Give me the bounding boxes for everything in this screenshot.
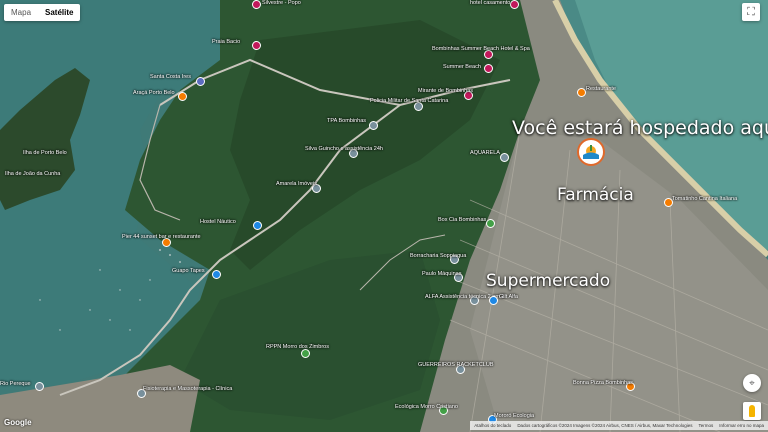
satellite-map[interactable] — [0, 0, 768, 432]
poi-pin-gilt-alfa[interactable] — [489, 296, 498, 305]
map-type-map-button[interactable]: Mapa — [4, 4, 38, 21]
poi-pin-box-cia[interactable] — [486, 219, 495, 228]
poi-pin-aquarela[interactable] — [500, 153, 509, 162]
poi-pin-hotel-casamento[interactable] — [510, 0, 519, 9]
poi-pin-praia-bacio[interactable] — [252, 41, 261, 50]
poi-label-ilha-porto-belo[interactable]: Ilha de Porto Belo — [23, 150, 67, 156]
poi-label-aquarela[interactable]: AQUARELA — [470, 150, 500, 156]
supermarket-overlay-text: Supermercado — [486, 271, 611, 291]
poi-label-borracharia[interactable]: Borracharia Soppiaqua — [410, 253, 466, 259]
my-location-button[interactable]: ⌖ — [743, 374, 761, 392]
attribution-bar: Atalhos do teclado Dados cartográficos ©… — [470, 421, 768, 430]
poi-label-praia-bacio[interactable]: Praia Bacio — [212, 39, 240, 45]
poi-pin-silvestre[interactable] — [252, 0, 261, 9]
poi-label-bombinhas-summer-beach[interactable]: Bombinhas Summer Beach Hotel & Spa — [432, 46, 530, 52]
terms-link[interactable]: Termos — [698, 423, 713, 428]
poi-label-hostel-nautico[interactable]: Hostel Náutico — [200, 219, 236, 225]
poi-label-amarela-imoveis[interactable]: Amarela Imóveis — [276, 181, 317, 187]
poi-label-silvestre[interactable]: Silvestre - Popo — [262, 0, 301, 6]
poi-label-silva-guincho[interactable]: Silva Guincho e assistência 24h — [305, 146, 383, 152]
keyboard-shortcuts-link[interactable]: Atalhos do teclado — [474, 423, 511, 428]
poi-label-santa-costa[interactable]: Santa Costa Ires — [150, 74, 191, 80]
pegman-icon — [749, 405, 755, 417]
poi-pin-summer-beach[interactable] — [484, 64, 493, 73]
poi-label-ilha-joao-cunha[interactable]: Ilha de João da Cunha — [5, 171, 60, 177]
poi-pin-restaurante-beach[interactable] — [577, 88, 586, 97]
poi-label-rio-pereque[interactable]: Rio Pereque — [0, 381, 31, 387]
map-type-control: Mapa Satélite — [4, 4, 81, 21]
pharmacy-overlay-text: Farmácia — [557, 185, 634, 205]
poi-label-guerreiros-racketclub[interactable]: GUERREIROS RACKETCLUB — [418, 362, 494, 368]
poi-label-policia-militar[interactable]: Policia Militar de Santa Catarina — [370, 98, 448, 104]
poi-label-mororo-ecologia[interactable]: Mororó Ecologia — [494, 413, 534, 419]
poi-label-fisioterapia[interactable]: Fisioterapia e Massoterapia - Clínica — [143, 386, 232, 392]
map-type-satellite-button[interactable]: Satélite — [38, 4, 80, 21]
street-view-button[interactable] — [743, 402, 761, 420]
poi-pin-rio-pereque[interactable] — [35, 382, 44, 391]
poi-pin-santa-costa[interactable] — [196, 77, 205, 86]
poi-label-tpa-bombinhas[interactable]: TPA Bombinhas — [327, 118, 366, 124]
hotel-logo-icon — [583, 145, 599, 159]
poi-label-summer-beach[interactable]: Summer Beach — [443, 64, 481, 70]
poi-pin-guapo-tapes[interactable] — [212, 270, 221, 279]
hotel-overlay-text: Você estará hospedado aqui! — [512, 117, 768, 139]
poi-label-mirante-bombinhas[interactable]: Mirante de Bombinhas — [418, 88, 473, 94]
poi-label-ecologica[interactable]: Ecológica Morro Cristiano — [395, 404, 458, 410]
poi-label-tomatinho[interactable]: Tomatinho Cantina Italiana — [672, 196, 737, 202]
poi-pin-tpa-bombinhas[interactable] — [369, 121, 378, 130]
poi-pin-rppn[interactable] — [301, 349, 310, 358]
poi-pin-araca-porto-belo[interactable] — [178, 92, 187, 101]
fullscreen-icon: ⛶ — [747, 5, 755, 18]
fullscreen-button[interactable]: ⛶ — [742, 3, 760, 21]
attribution-text: Dados cartográficos ©2024 Imagens ©2024 … — [517, 423, 693, 428]
poi-label-bonna-pizza[interactable]: Bonna Pizza Bombinhas — [573, 380, 633, 386]
hotel-marker[interactable] — [577, 138, 605, 166]
map-footer: Atalhos do teclado Dados cartográficos ©… — [0, 421, 768, 432]
poi-label-hotel-casamento[interactable]: hotel casamento — [470, 0, 510, 6]
poi-label-guapo-tapes[interactable]: Guapo Tapes — [172, 268, 205, 274]
poi-label-rppn[interactable]: RPPN Morro dos Zimbros — [266, 344, 329, 350]
report-error-link[interactable]: Informar erro no mapa — [719, 423, 764, 428]
poi-pin-hostel-nautico[interactable] — [253, 221, 262, 230]
poi-label-araca-porto-belo[interactable]: Araçá Porto Belo — [133, 90, 175, 96]
crosshair-icon: ⌖ — [749, 377, 755, 389]
poi-label-restaurante-beach[interactable]: Restaurante — [586, 86, 616, 92]
poi-label-box-cia[interactable]: Box Cia Bombinhas — [438, 217, 486, 223]
poi-label-pier-44[interactable]: Pier 44 sunset bar e restaurante — [122, 234, 201, 240]
poi-label-paulo-maquinas[interactable]: Paulo Máquinas — [422, 271, 461, 277]
poi-label-gilt-alfa[interactable]: Gilt Alfa — [499, 294, 518, 300]
